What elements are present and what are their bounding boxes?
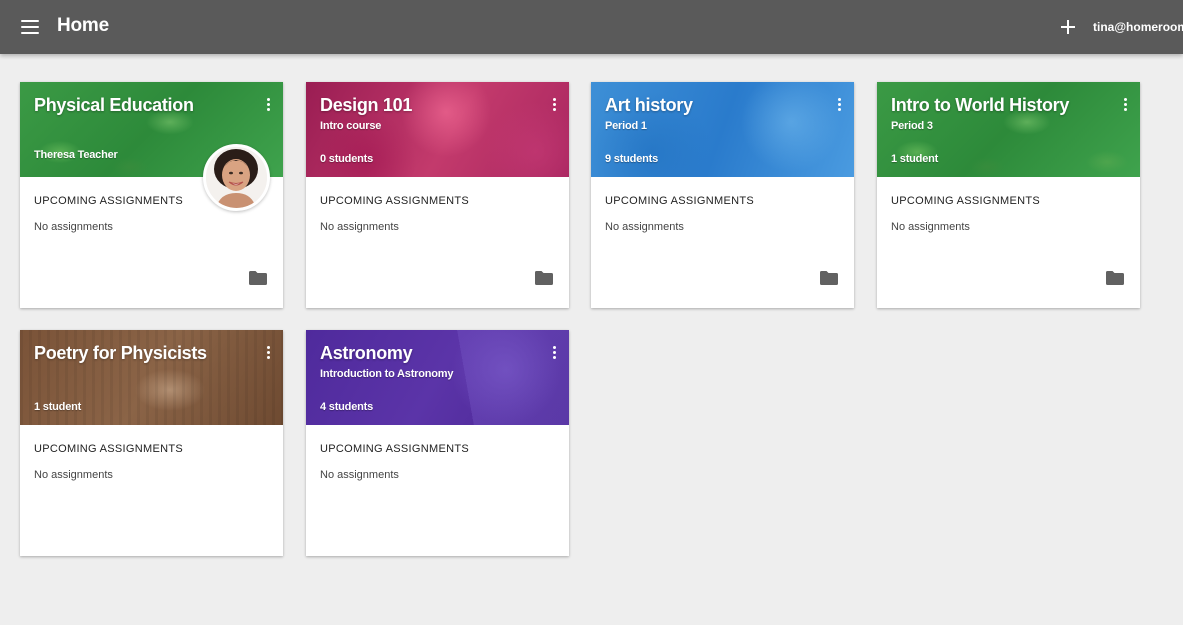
no-assignments-text: No assignments (34, 221, 113, 233)
class-section: Period 1 (605, 120, 647, 132)
class-title[interactable]: Poetry for Physicists (34, 343, 207, 364)
student-count: 9 students (605, 153, 659, 165)
no-assignments-text: No assignments (320, 469, 399, 481)
folder-icon[interactable] (820, 271, 838, 285)
class-title[interactable]: Intro to World History (891, 95, 1069, 116)
more-options-icon[interactable] (551, 346, 557, 362)
class-card-header[interactable]: Poetry for Physicists 1 student (20, 330, 283, 425)
no-assignments-text: No assignments (605, 221, 684, 233)
class-card-header[interactable]: Art history Period 1 9 students (591, 82, 854, 177)
no-assignments-text: No assignments (891, 221, 970, 233)
class-title[interactable]: Design 101 (320, 95, 412, 116)
hamburger-menu-icon[interactable] (20, 18, 40, 36)
plus-icon[interactable] (1058, 16, 1078, 38)
class-card-art-history: Art history Period 1 9 students UPCOMING… (591, 82, 854, 308)
top-app-bar: Home tina@homerooma (0, 0, 1183, 54)
class-title[interactable]: Astronomy (320, 343, 413, 364)
class-section: Period 3 (891, 120, 933, 132)
more-options-icon[interactable] (265, 346, 271, 362)
folder-icon[interactable] (249, 271, 267, 285)
student-count: 1 student (891, 153, 939, 165)
student-count: 4 students (320, 401, 374, 413)
page-title: Home (57, 15, 109, 36)
teacher-name: Theresa Teacher (34, 149, 118, 161)
folder-icon[interactable] (535, 271, 553, 285)
upcoming-assignments-label: UPCOMING ASSIGNMENTS (34, 195, 184, 207)
student-count: 1 student (34, 401, 82, 413)
student-count: 0 students (320, 153, 374, 165)
upcoming-assignments-label: UPCOMING ASSIGNMENTS (320, 443, 470, 455)
class-card-header[interactable]: Intro to World History Period 3 1 studen… (877, 82, 1140, 177)
class-card-intro-world-history: Intro to World History Period 3 1 studen… (877, 82, 1140, 308)
upcoming-assignments-label: UPCOMING ASSIGNMENTS (605, 195, 755, 207)
account-email[interactable]: tina@homerooma (1093, 20, 1183, 34)
no-assignments-text: No assignments (320, 221, 399, 233)
class-card-astronomy: Astronomy Introduction to Astronomy 4 st… (306, 330, 569, 556)
upcoming-assignments-label: UPCOMING ASSIGNMENTS (34, 443, 184, 455)
upcoming-assignments-label: UPCOMING ASSIGNMENTS (320, 195, 470, 207)
no-assignments-text: No assignments (34, 469, 113, 481)
more-options-icon[interactable] (836, 98, 842, 114)
more-options-icon[interactable] (265, 98, 271, 114)
folder-icon[interactable] (1106, 271, 1124, 285)
avatar-photo (206, 147, 267, 208)
class-section: Intro course (320, 120, 382, 132)
teacher-avatar (203, 144, 270, 211)
class-card-poetry-for-physicists: Poetry for Physicists 1 student UPCOMING… (20, 330, 283, 556)
class-card-header[interactable]: Astronomy Introduction to Astronomy 4 st… (306, 330, 569, 425)
class-title[interactable]: Physical Education (34, 95, 194, 116)
upcoming-assignments-label: UPCOMING ASSIGNMENTS (891, 195, 1041, 207)
class-card-header[interactable]: Design 101 Intro course 0 students (306, 82, 569, 177)
class-card-design-101: Design 101 Intro course 0 students UPCOM… (306, 82, 569, 308)
more-options-icon[interactable] (1122, 98, 1128, 114)
class-title[interactable]: Art history (605, 95, 693, 116)
more-options-icon[interactable] (551, 98, 557, 114)
class-section: Introduction to Astronomy (320, 368, 454, 380)
